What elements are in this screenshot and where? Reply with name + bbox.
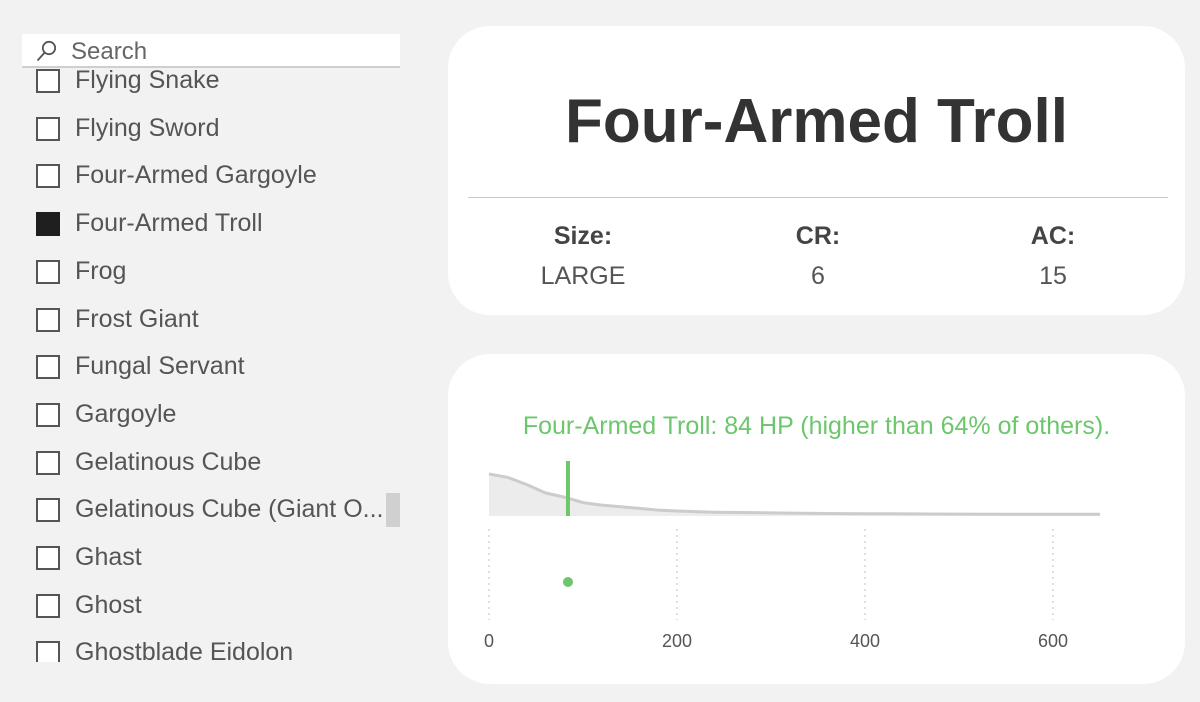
list-item-label: Four-Armed Troll — [75, 209, 263, 238]
highlight-point — [562, 577, 573, 587]
list-item[interactable]: Ghostblade Eidolon — [20, 630, 402, 662]
stat-cr-label: CR: — [795, 222, 841, 250]
list-item-label: Flying Snake — [75, 66, 220, 94]
list-item[interactable]: Fungal Servant — [20, 344, 402, 384]
list-item-label: Gelatinous Cube (Giant O... — [75, 495, 384, 524]
list-scrollbar[interactable] — [386, 493, 400, 527]
list-item-label: Gelatinous Cube — [75, 447, 262, 476]
x-tick-label: 200 — [662, 631, 692, 651]
stat-ac-label: AC: — [1030, 222, 1076, 250]
list-item[interactable]: Gargoyle — [20, 392, 402, 432]
checkbox[interactable] — [36, 641, 60, 662]
stat-ac: AC: 15 — [953, 220, 1153, 292]
creature-slicer: Search Flying Snake Flying Sword Four-Arme… — [20, 32, 402, 662]
stat-size-value: LARGE — [540, 262, 626, 290]
hp-distribution-card: Four-Armed Troll: 84 HP (higher than 64%… — [448, 354, 1185, 684]
list-item-label: Frog — [75, 256, 127, 285]
stat-size: Size: LARGE — [483, 220, 683, 292]
checkbox[interactable] — [36, 498, 60, 523]
checkbox[interactable] — [36, 212, 60, 237]
list-item[interactable]: Four-Armed Troll — [20, 201, 402, 241]
list-item-label: Gargoyle — [75, 399, 177, 428]
stat-size-label: Size: — [553, 222, 613, 250]
list-item[interactable]: Four-Armed Gargoyle — [20, 153, 402, 193]
stat-ac-value: 15 — [1039, 262, 1067, 290]
checkbox[interactable] — [36, 546, 60, 570]
list-item[interactable]: Ghast — [20, 535, 402, 575]
checkbox[interactable] — [36, 593, 60, 618]
stat-cr: CR: 6 — [718, 220, 918, 292]
checkbox[interactable] — [36, 355, 60, 380]
list-item-label: Flying Sword — [75, 113, 220, 142]
list-item-label: Ghost — [75, 590, 142, 619]
checkbox[interactable] — [36, 164, 60, 189]
checkbox[interactable] — [36, 116, 60, 141]
list-item-label: Fungal Servant — [75, 352, 245, 381]
x-tick-label: 400 — [850, 631, 880, 651]
list-item[interactable]: Flying Snake — [20, 58, 402, 98]
list-item[interactable]: Flying Sword — [20, 106, 402, 146]
checkbox[interactable] — [36, 402, 60, 427]
x-tick-label: 0 — [484, 631, 494, 651]
list-item[interactable]: Frost Giant — [20, 297, 402, 337]
list-item[interactable]: Ghost — [20, 583, 402, 623]
density-area — [489, 474, 1100, 516]
hp-distribution-chart: 0 200 400 600 — [484, 354, 1127, 651]
creature-info-card: Four-Armed Troll Size: LARGE CR: 6 AC: 1… — [448, 26, 1185, 315]
list-item[interactable]: Gelatinous Cube (Giant O... — [20, 487, 402, 527]
list-item-label: Ghostblade Eidolon — [75, 638, 294, 662]
list-item-label: Ghast — [75, 543, 142, 571]
checkbox[interactable] — [36, 307, 60, 332]
card-divider — [468, 197, 1168, 198]
creature-title: Four-Armed Troll — [565, 87, 1068, 156]
stat-cr-value: 6 — [811, 262, 825, 290]
list-item[interactable]: Gelatinous Cube — [20, 440, 402, 480]
checkbox[interactable] — [36, 259, 60, 284]
checkbox[interactable] — [36, 450, 60, 475]
x-tick-label: 600 — [1038, 631, 1068, 651]
list-item-label: Frost Giant — [75, 304, 199, 333]
checkbox[interactable] — [36, 69, 60, 93]
list-item[interactable]: Frog — [20, 249, 402, 289]
list-item-label: Four-Armed Gargoyle — [75, 161, 317, 190]
